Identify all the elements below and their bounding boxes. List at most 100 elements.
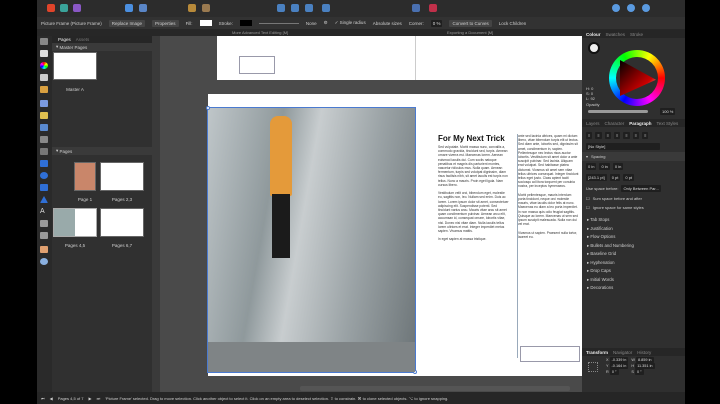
- prev-page-icon[interactable]: ◀: [50, 396, 53, 401]
- justify-right-icon[interactable]: ≡: [632, 132, 640, 139]
- text-frame-icon[interactable]: [429, 4, 437, 12]
- corner-value[interactable]: 0 %: [430, 19, 443, 27]
- right-indent-field[interactable]: 0 in: [599, 163, 610, 170]
- view-mode-icon[interactable]: [412, 4, 420, 12]
- fill-colour-well[interactable]: [588, 42, 600, 54]
- tab-paragraph[interactable]: Paragraph: [629, 121, 651, 126]
- justify-all-icon[interactable]: ≡: [642, 132, 649, 139]
- section-tab-stops[interactable]: ▸ Tab Stops: [582, 215, 685, 224]
- section-bullets[interactable]: ▸ Bullets and Numbering: [582, 241, 685, 250]
- opacity-value[interactable]: 100 %: [660, 108, 676, 115]
- zoom-tool-icon[interactable]: [40, 258, 48, 265]
- pages-6-7-thumbnail[interactable]: [100, 208, 144, 237]
- use-space-before-select[interactable]: Only Between Par...: [621, 185, 661, 192]
- ellipse-tool-icon[interactable]: [40, 172, 48, 179]
- hand-tool-icon[interactable]: [40, 246, 48, 253]
- preflight-icon[interactable]: [125, 4, 133, 12]
- section-drop-caps[interactable]: ▸ Drop Caps: [582, 266, 685, 275]
- shear-field[interactable]: 0 °: [634, 369, 644, 375]
- single-radius-checkbox[interactable]: ✓ Single radius: [335, 20, 366, 26]
- align-center-icon[interactable]: ≡: [595, 132, 602, 139]
- boolean-add-icon[interactable]: [612, 4, 620, 12]
- stroke-swatch[interactable]: [239, 20, 252, 26]
- crop-tool-icon[interactable]: [40, 148, 48, 155]
- next-page-icon[interactable]: ▶: [88, 396, 91, 401]
- pages-2-3-thumbnail[interactable]: [100, 162, 144, 191]
- tab-assets[interactable]: Assets: [76, 37, 90, 42]
- master-a-thumbnail[interactable]: [53, 52, 97, 80]
- page-1-thumbnail[interactable]: [74, 162, 96, 191]
- space-before-field[interactable]: 0 pt: [609, 174, 621, 181]
- text-column-2[interactable]: ante sed lacinia ultrices, quam mi dictu…: [517, 134, 579, 358]
- space-after-field[interactable]: 0 pt: [623, 174, 635, 181]
- doc-tab-2[interactable]: Exporting a Document [M]: [447, 30, 493, 35]
- artistic-text-icon[interactable]: A: [40, 208, 48, 215]
- snapping-icon[interactable]: [322, 4, 330, 12]
- lock-children-checkbox[interactable]: Lock Children: [499, 21, 527, 26]
- tab-stroke[interactable]: Stroke: [630, 32, 643, 37]
- ignore-space-checkbox[interactable]: ☐ Ignore space for same styles: [582, 203, 685, 212]
- flip-icon[interactable]: [277, 4, 285, 12]
- place-image-icon[interactable]: [40, 136, 48, 143]
- absolute-sizes-checkbox[interactable]: Absolute sizes: [373, 21, 402, 26]
- colour-picker-icon[interactable]: [40, 62, 48, 69]
- tab-colour[interactable]: Colour: [586, 32, 601, 37]
- triangle-tool-icon[interactable]: [40, 196, 48, 203]
- rotate-icon[interactable]: [291, 4, 299, 12]
- opacity-slider[interactable]: [588, 110, 648, 113]
- spacing-section[interactable]: Spacing: [591, 154, 605, 159]
- picture-frame[interactable]: [206, 106, 417, 374]
- align-left-icon[interactable]: ≡: [586, 132, 593, 139]
- pen-tool-icon[interactable]: [40, 100, 48, 107]
- tab-character[interactable]: Character: [605, 121, 625, 126]
- tab-transform[interactable]: Transform: [586, 350, 608, 355]
- section-hyphenation[interactable]: ▸ Hyphenation: [582, 258, 685, 267]
- section-baseline-grid[interactable]: ▸ Baseline Grid: [582, 249, 685, 258]
- paragraph-style-select[interactable]: [No Style]: [586, 143, 660, 150]
- publisher-persona-icon[interactable]: [47, 4, 55, 12]
- selection-handle[interactable]: [206, 106, 210, 110]
- master-pages-section[interactable]: ▾ Master Pages: [52, 43, 152, 51]
- replace-image-button[interactable]: Replace Image: [108, 19, 146, 27]
- picture-frame-icon[interactable]: [40, 124, 48, 131]
- boolean-subtract-icon[interactable]: [627, 4, 635, 12]
- tab-navigator[interactable]: Navigator: [613, 350, 632, 355]
- designer-persona-icon[interactable]: [60, 4, 68, 12]
- sum-space-checkbox[interactable]: ☐ Sum space before and after: [582, 194, 685, 203]
- horizontal-scrollbar[interactable]: [300, 386, 570, 391]
- convert-to-curves-button[interactable]: Convert to Curves: [449, 19, 492, 27]
- pages-4-5-thumbnail[interactable]: [53, 208, 97, 237]
- first-page-icon[interactable]: ⏮: [41, 396, 45, 401]
- leading-field[interactable]: [243.1 pt]: [586, 174, 607, 181]
- share-icon[interactable]: [139, 4, 147, 12]
- text-column-1[interactable]: Sed vulputate. Morbi massa nunc, convall…: [438, 145, 510, 365]
- section-initial-words[interactable]: ▸ Initial Words: [582, 275, 685, 284]
- left-indent-field[interactable]: 0 in: [586, 163, 597, 170]
- tab-layers[interactable]: Layers: [586, 121, 600, 126]
- align-icon[interactable]: [202, 4, 210, 12]
- pages-section[interactable]: ▾ Pages: [52, 147, 152, 155]
- page-indicator[interactable]: Pages 4,5 of 7: [58, 396, 84, 401]
- fill-swatch[interactable]: [199, 20, 212, 26]
- colour-wheel[interactable]: [609, 50, 665, 106]
- rotation-field[interactable]: 0 °: [609, 369, 619, 375]
- frame-text-icon[interactable]: [40, 220, 48, 227]
- section-flow-options[interactable]: ▸ Flow Options: [582, 232, 685, 241]
- stroke-width-slider[interactable]: [258, 22, 299, 24]
- article-heading[interactable]: For My Next Trick: [438, 134, 505, 143]
- eyedropper-icon[interactable]: [40, 86, 48, 93]
- section-justification[interactable]: ▸ Justification: [582, 224, 685, 233]
- first-line-indent-field[interactable]: 0 in: [612, 163, 624, 170]
- tab-pages[interactable]: Pages: [58, 37, 71, 42]
- properties-button[interactable]: Properties: [152, 19, 179, 27]
- last-page-icon[interactable]: ⏭: [97, 396, 101, 401]
- tab-swatches[interactable]: Swatches: [606, 32, 626, 37]
- section-decorations[interactable]: ▸ Decorations: [582, 283, 685, 292]
- gear-icon[interactable]: ⚙: [324, 20, 328, 26]
- order-icon[interactable]: [305, 4, 313, 12]
- tab-history[interactable]: History: [637, 350, 651, 355]
- document-canvas[interactable]: For My Next Trick Sed vulputate. Morbi m…: [160, 36, 582, 392]
- anchor-selector[interactable]: [588, 362, 598, 372]
- photo-persona-icon[interactable]: [73, 4, 81, 12]
- justify-center-icon[interactable]: ≡: [623, 132, 630, 139]
